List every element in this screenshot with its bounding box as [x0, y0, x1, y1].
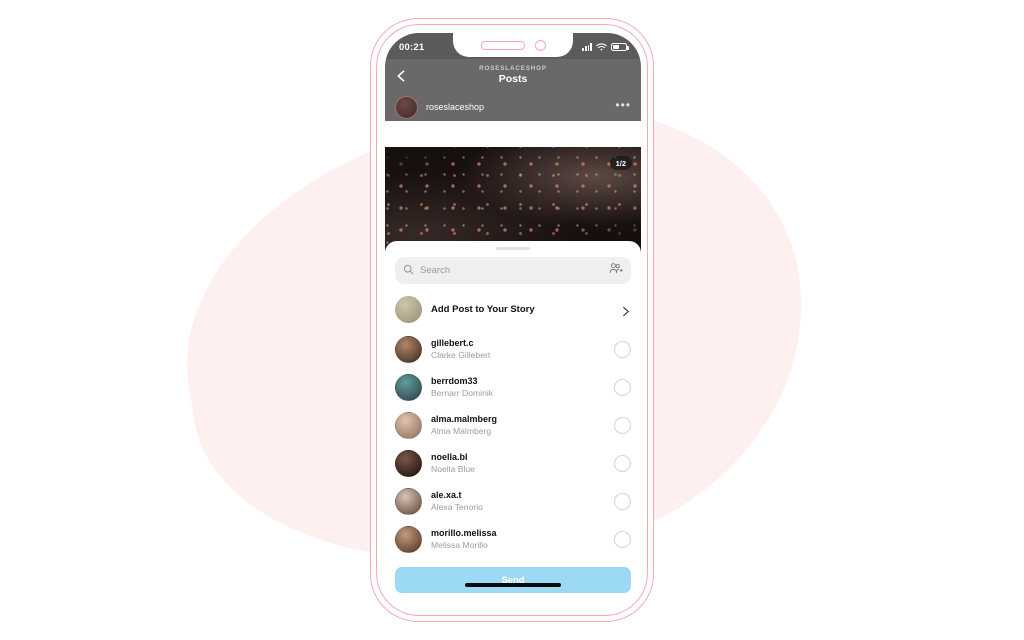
username: noella.bl: [431, 451, 468, 462]
nav-kicker: ROSESLACESHOP: [479, 65, 547, 73]
post-author-row[interactable]: roseslaceshop •••: [385, 93, 641, 121]
earpiece-speaker: [480, 40, 525, 50]
search-section: Search: [385, 254, 641, 288]
username: gillebert.c: [431, 337, 474, 348]
page-background: 00:21 ROSESLACESHOP Posts roseslaceshop …: [0, 0, 1024, 640]
people-rows: gillebert.c Clarke Gillebert berrdom33 Bern…: [395, 330, 631, 596]
select-toggle[interactable]: [614, 416, 631, 434]
list-item[interactable]: morillo.melissa Melissa Morillo: [395, 520, 631, 558]
chevron-right-icon[interactable]: [620, 304, 631, 317]
username: morillo.melissa: [431, 527, 497, 538]
list-item-text: alma.malmberg Alma Malmberg: [431, 414, 605, 437]
avatar[interactable]: [395, 95, 418, 119]
avatar: [395, 335, 422, 363]
list-item[interactable]: ale.xa.t Alexa Tenorio: [395, 482, 631, 520]
search-icon: [403, 262, 414, 280]
floral-pattern: [385, 147, 641, 253]
select-toggle[interactable]: [614, 340, 631, 358]
add-people-icon[interactable]: [609, 262, 623, 280]
fullname: Alexa Tenorio: [431, 502, 483, 513]
username: alma.malmberg: [431, 413, 498, 424]
list-item[interactable]: berrdom33 Bernarr Dominik: [395, 368, 631, 406]
fullname: Clarke Gillebert: [431, 350, 491, 361]
signal-bars-icon: [582, 43, 592, 51]
page-title: Posts: [498, 73, 528, 86]
phone-screen: 00:21 ROSESLACESHOP Posts roseslaceshop …: [385, 33, 641, 609]
post-username[interactable]: roseslaceshop: [426, 102, 607, 112]
search-input[interactable]: Search: [395, 257, 631, 285]
list-item-text: berrdom33 Bernarr Dominik: [431, 376, 605, 399]
avatar: [395, 411, 422, 439]
add-post-to-story-label: Add Post to Your Story: [431, 303, 535, 315]
home-indicator: [465, 583, 561, 587]
username: berrdom33: [431, 375, 478, 386]
share-bottom-sheet: Search Add Post to Your Story gillebert.…: [385, 241, 641, 609]
drag-handle[interactable]: [496, 247, 530, 251]
battery-icon: [611, 43, 629, 51]
fullname: Melissa Morillo: [431, 540, 488, 551]
carousel-counter: 1/2: [609, 156, 632, 170]
app-header: ROSESLACESHOP Posts roseslaceshop •••: [385, 59, 641, 121]
phone-notch: [453, 33, 573, 57]
more-options-icon[interactable]: •••: [615, 99, 631, 111]
front-camera: [534, 39, 546, 51]
fullname: Bernarr Dominik: [431, 388, 494, 399]
list-item-text: gillebert.c Clarke Gillebert: [431, 338, 605, 361]
list-item[interactable]: gillebert.c Clarke Gillebert: [395, 330, 631, 368]
avatar: [395, 525, 422, 553]
send-button[interactable]: Send: [395, 567, 631, 593]
wifi-icon: [596, 43, 607, 51]
list-item[interactable]: noella.bl Noella Blue: [395, 444, 631, 482]
select-toggle[interactable]: [614, 530, 631, 548]
nav-titles: ROSESLACESHOP Posts: [479, 65, 547, 86]
avatar: [395, 487, 422, 515]
search-placeholder: Search: [420, 265, 451, 277]
status-clock: 00:21: [399, 41, 425, 53]
nav-bar: ROSESLACESHOP Posts: [385, 59, 641, 93]
fullname: Noella Blue: [431, 464, 475, 475]
select-toggle[interactable]: [614, 492, 631, 510]
avatar: [395, 449, 422, 477]
list-item-text: ale.xa.t Alexa Tenorio: [431, 490, 605, 513]
username: ale.xa.t: [431, 489, 462, 500]
list-item-text: noella.bl Noella Blue: [431, 452, 605, 475]
list-item-text: morillo.melissa Melissa Morillo: [431, 528, 605, 551]
avatar: [395, 373, 422, 401]
back-chevron-icon[interactable]: [395, 70, 408, 83]
avatar: [395, 295, 422, 323]
fullname: Alma Malmberg: [431, 426, 492, 437]
post-media[interactable]: 1/2: [385, 147, 641, 253]
phone-frame: 00:21 ROSESLACESHOP Posts roseslaceshop …: [370, 18, 654, 622]
add-post-to-story-row[interactable]: Add Post to Your Story: [395, 288, 631, 330]
list-item[interactable]: alma.malmberg Alma Malmberg: [395, 406, 631, 444]
select-toggle[interactable]: [614, 454, 631, 472]
select-toggle[interactable]: [614, 378, 631, 396]
